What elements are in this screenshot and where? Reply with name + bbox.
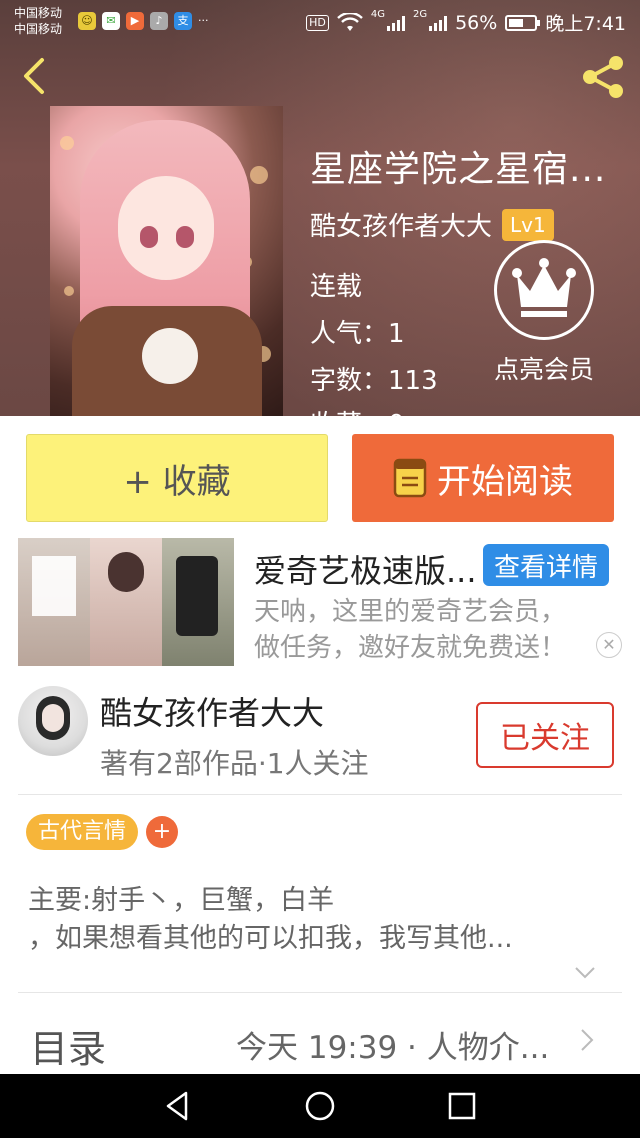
book-author-row: 酷女孩作者大大 Lv1 [310, 206, 554, 243]
book-detail-sheet: + 收藏 开始阅读 爱奇艺极速版... 查看详情 天呐，这里的爱奇艺会员， 做任… [0, 416, 640, 1074]
ad-details-button[interactable]: 查看详情 [483, 544, 609, 586]
smiley-app-icon: ☺ [78, 12, 96, 30]
author-card-name: 酷女孩作者大大 [100, 694, 325, 732]
status-bar: 中国移动 中国移动 ☺ ✉ ▶ ♪ 支 ··· HD 4G 2G 56% 晚上7… [0, 0, 640, 44]
table-of-contents-row[interactable]: 目录 今天 19:39 · 人物介... [0, 1008, 640, 1074]
add-tag-button[interactable]: + [146, 816, 179, 848]
hd-icon: HD [306, 14, 329, 31]
wifi-icon [336, 12, 363, 31]
ad-close-icon[interactable]: ✕ [596, 632, 622, 658]
network-type-1: 4G [370, 9, 385, 20]
crown-icon [494, 240, 594, 340]
author-level-badge: Lv1 [502, 208, 554, 241]
start-reading-button[interactable]: 开始阅读 [352, 434, 614, 522]
vip-membership-button[interactable]: 点亮会员 [484, 240, 604, 386]
book-status: 连载 [310, 272, 363, 302]
carrier-2: 中国移动 [14, 22, 63, 36]
battery-icon [505, 14, 541, 31]
follow-button[interactable]: 已关注 [476, 702, 614, 768]
divider [18, 992, 622, 993]
back-arrow-icon[interactable] [18, 56, 50, 96]
notification-icons: ☺ ✉ ▶ ♪ 支 ··· [78, 12, 209, 30]
carrier-labels: 中国移动 中国移动 [14, 5, 62, 37]
book-title: 星座学院之星宿... [310, 149, 607, 190]
video-app-icon: ▶ [126, 12, 144, 30]
alipay-icon: 支 [174, 12, 192, 30]
more-notifications-icon: ··· [198, 14, 209, 27]
author-card-stats: 著有2部作品·1人关注 [100, 747, 369, 780]
book-synopsis[interactable]: 主要:射手丶，巨蟹，白羊 ，如果想看其他的可以扣我，我写其他... [28, 882, 618, 958]
battery-percent: 56% [455, 11, 498, 34]
divider [18, 794, 622, 795]
ad-thumbnail [18, 538, 234, 666]
chevron-down-icon[interactable] [574, 966, 596, 980]
signal-icon-2 [429, 15, 448, 31]
ad-title: 爱奇艺极速版... [254, 552, 477, 590]
nav-home-icon[interactable] [302, 1088, 338, 1124]
signal-icon-1 [386, 15, 405, 31]
synopsis-line-2: ，如果想看其他的可以扣我，我写其他... [28, 923, 513, 954]
network-type-2: 2G [412, 9, 428, 20]
clock: 晚上7:41 [545, 13, 626, 35]
wechat-icon: ✉ [102, 12, 120, 30]
tag-list: 古代言情 + [26, 814, 179, 850]
author-card[interactable]: 酷女孩作者大大 著有2部作品·1人关注 已关注 [18, 686, 622, 786]
nav-recents-icon[interactable] [444, 1088, 480, 1124]
latest-chapter: 今天 19:39 · 人物介... [236, 1030, 550, 1066]
music-app-icon: ♪ [150, 12, 168, 30]
vip-label: 点亮会员 [493, 355, 594, 384]
ad-description-line-2: 做任务，邀好友就免费送！ [254, 633, 567, 663]
toc-label: 目录 [30, 1027, 107, 1071]
book-popularity: 人气：1 [310, 319, 405, 349]
system-status: HD 4G 2G 56% 晚上7:41 [306, 9, 626, 36]
synopsis-line-1: 主要:射手丶，巨蟹，白羊 [28, 885, 335, 916]
book-cover-image[interactable] [50, 106, 283, 418]
read-label: 开始阅读 [437, 461, 573, 502]
ad-description-line-1: 天呐，这里的爱奇艺会员， [254, 597, 567, 627]
book-word-count: 字数：113 [310, 366, 438, 396]
system-navigation-bar [0, 1074, 640, 1138]
carrier-1: 中国移动 [14, 6, 63, 20]
add-to-collection-button[interactable]: + 收藏 [26, 434, 328, 522]
ad-description: 天呐，这里的爱奇艺会员， 做任务，邀好友就免费送！ [254, 594, 614, 666]
book-author-name[interactable]: 酷女孩作者大大 [310, 206, 492, 243]
author-avatar[interactable] [18, 686, 88, 756]
share-icon[interactable] [578, 52, 628, 102]
book-icon [393, 458, 427, 498]
ad-banner[interactable]: 爱奇艺极速版... 查看详情 天呐，这里的爱奇艺会员， 做任务，邀好友就免费送！… [18, 538, 622, 668]
collect-label: + 收藏 [123, 461, 231, 502]
nav-back-icon[interactable] [160, 1088, 196, 1124]
chevron-right-icon [581, 1029, 594, 1051]
tag-ancient-romance[interactable]: 古代言情 [26, 814, 139, 850]
